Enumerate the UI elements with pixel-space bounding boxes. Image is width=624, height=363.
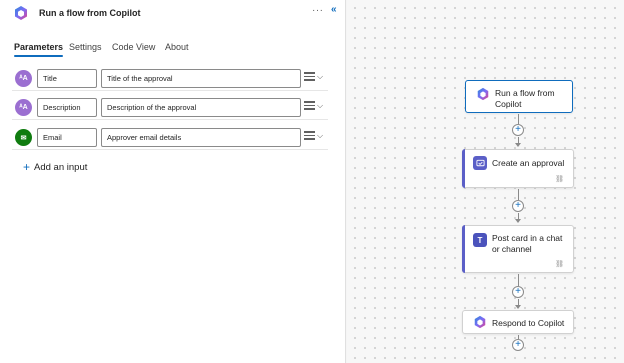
flow-node-create-approval[interactable]: Create an approval ⛓ bbox=[462, 149, 574, 188]
chevron-down-icon[interactable]: ⌵ bbox=[317, 131, 323, 141]
add-step-button[interactable]: + bbox=[512, 200, 524, 212]
flow-node-respond[interactable]: Respond to Copilot bbox=[462, 310, 574, 334]
approvals-icon bbox=[473, 156, 487, 170]
collapse-panel-button[interactable]: « bbox=[331, 4, 337, 15]
flow-details-panel: Run a flow from Copilot ··· « Parameters… bbox=[0, 0, 346, 363]
tab-settings[interactable]: Settings bbox=[69, 42, 102, 52]
parameter-name-field[interactable]: Description bbox=[37, 98, 97, 117]
teams-icon: T bbox=[473, 233, 487, 247]
tab-about[interactable]: About bbox=[165, 42, 189, 52]
node-label: Create an approval bbox=[492, 158, 565, 168]
copilot-icon bbox=[474, 315, 486, 329]
text-icon: ᴬA bbox=[15, 70, 32, 87]
more-options-button[interactable]: ··· bbox=[312, 5, 324, 16]
arrow-down-icon bbox=[515, 219, 521, 223]
link-icon: ⛓ bbox=[555, 261, 564, 268]
node-label: Post card in a chat or channel bbox=[492, 233, 563, 254]
parameter-name-field[interactable]: Title bbox=[37, 69, 97, 88]
text-icon-glyph: ᴬA bbox=[19, 104, 28, 111]
arrow-down-icon bbox=[515, 143, 521, 147]
email-icon: ✉ bbox=[15, 129, 32, 146]
chevron-down-icon[interactable]: ⌵ bbox=[317, 72, 323, 82]
add-input-button[interactable]: + Add an input bbox=[23, 160, 87, 174]
parameter-description-field[interactable]: Approver email details bbox=[101, 128, 301, 147]
flow-node-post-card[interactable]: T Post card in a chat or channel ⛓ bbox=[462, 225, 574, 273]
text-icon: ᴬA bbox=[15, 99, 32, 116]
connector-line bbox=[518, 189, 519, 200]
email-icon-glyph: ✉ bbox=[20, 134, 27, 142]
parameter-name-field[interactable]: Email bbox=[37, 128, 97, 147]
add-step-button[interactable]: + bbox=[512, 124, 524, 136]
arrow-down-icon bbox=[515, 305, 521, 309]
parameter-description-field[interactable]: Title of the approval bbox=[101, 69, 301, 88]
parameter-row-email: ✉ Email Approver email details ⌵ bbox=[12, 128, 328, 150]
parameter-menu-icon[interactable] bbox=[304, 101, 315, 113]
panel-title: Run a flow from Copilot bbox=[39, 8, 141, 18]
link-icon: ⛓ bbox=[555, 176, 564, 183]
add-step-button[interactable]: + bbox=[512, 339, 524, 351]
parameter-menu-icon[interactable] bbox=[304, 72, 315, 84]
parameter-menu-icon[interactable] bbox=[304, 131, 315, 143]
add-input-label: Add an input bbox=[34, 162, 88, 173]
flow-canvas[interactable]: Run a flow from Copilot + Create an appr… bbox=[347, 0, 624, 363]
copilot-logo-icon bbox=[15, 6, 27, 20]
node-label: Run a flow from Copilot bbox=[495, 88, 555, 109]
plus-icon: + bbox=[23, 160, 31, 174]
connector-line bbox=[518, 114, 519, 124]
connector-line bbox=[518, 274, 519, 286]
chevron-down-icon[interactable]: ⌵ bbox=[317, 101, 323, 111]
add-step-button[interactable]: + bbox=[512, 286, 524, 298]
text-icon-glyph: ᴬA bbox=[19, 75, 28, 82]
tab-code-view[interactable]: Code View bbox=[112, 42, 155, 52]
panel-header: Run a flow from Copilot ··· « bbox=[0, 0, 346, 26]
flow-node-trigger[interactable]: Run a flow from Copilot bbox=[465, 80, 573, 113]
parameter-row-description: ᴬA Description Description of the approv… bbox=[12, 98, 328, 120]
parameter-description-field[interactable]: Description of the approval bbox=[101, 98, 301, 117]
tab-parameters[interactable]: Parameters bbox=[14, 42, 64, 57]
node-label: Respond to Copilot bbox=[492, 318, 565, 328]
copilot-icon bbox=[477, 87, 489, 101]
parameter-row-title: ᴬA Title Title of the approval ⌵ bbox=[12, 69, 328, 91]
